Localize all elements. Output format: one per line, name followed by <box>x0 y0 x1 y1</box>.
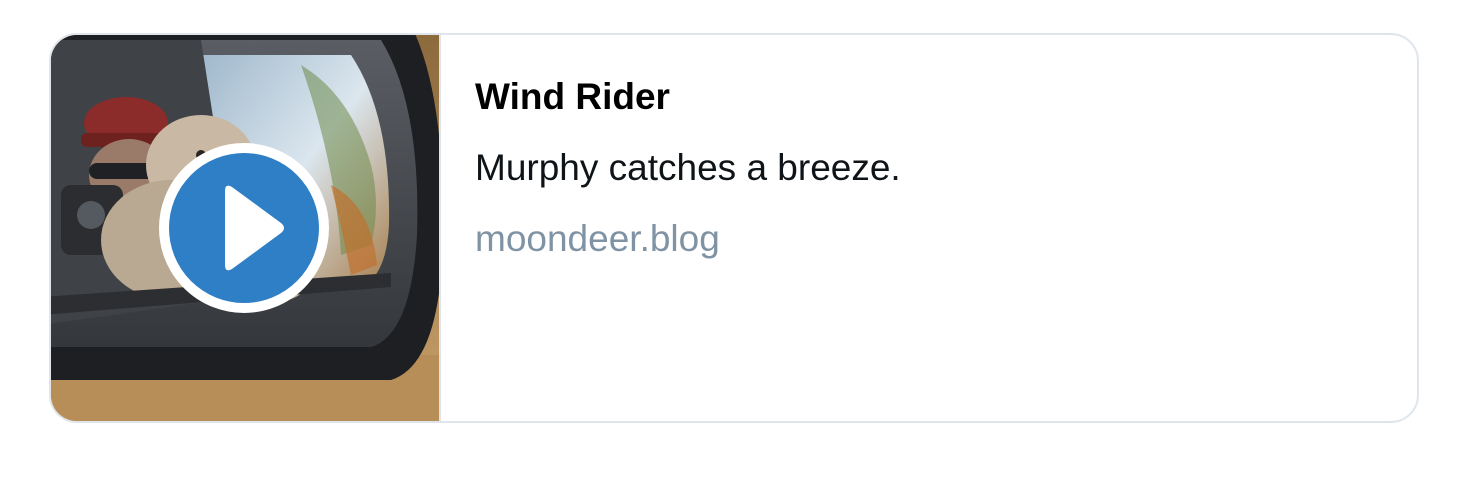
card-title[interactable]: Wind Rider <box>475 75 1417 119</box>
link-preview-card[interactable]: Wind Rider Murphy catches a breeze. moon… <box>49 33 1419 423</box>
video-thumbnail[interactable] <box>51 35 441 421</box>
play-button[interactable] <box>159 143 329 313</box>
card-text[interactable]: Wind Rider Murphy catches a breeze. moon… <box>441 35 1417 421</box>
card-domain-link[interactable]: moondeer.blog <box>475 217 1417 261</box>
play-icon <box>159 143 329 313</box>
card-description: Murphy catches a breeze. <box>475 147 901 188</box>
